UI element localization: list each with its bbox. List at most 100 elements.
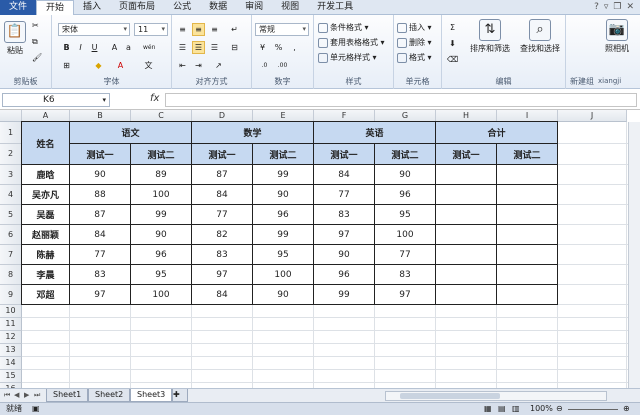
decrease-indent-icon[interactable]: ⇤ xyxy=(176,59,189,72)
orientation-icon[interactable]: ↗ xyxy=(212,59,225,72)
header-test[interactable]: 测试二 xyxy=(131,144,192,165)
score-cell[interactable]: 88 xyxy=(70,185,131,205)
header-test[interactable]: 测试一 xyxy=(314,144,375,165)
row-header[interactable]: 6 xyxy=(0,225,22,245)
row-header[interactable]: 7 xyxy=(0,245,22,265)
horizontal-scroll-thumb[interactable] xyxy=(400,393,500,399)
score-cell[interactable]: 90 xyxy=(253,185,314,205)
column-header[interactable]: I xyxy=(497,110,558,122)
camera-button[interactable]: 📷 照相机 xyxy=(598,19,636,54)
delete-cells-button[interactable]: 删除 ▾ xyxy=(397,37,432,48)
row-header[interactable]: 3 xyxy=(0,165,22,185)
find-select-button[interactable]: ⌕ 查找和选择 xyxy=(516,19,564,54)
score-cell[interactable]: 90 xyxy=(131,225,192,245)
score-cell[interactable]: 84 xyxy=(192,285,253,305)
next-sheet-icon[interactable]: ▶ xyxy=(24,391,29,399)
score-cell[interactable] xyxy=(497,245,558,265)
number-format-combo[interactable]: 常规 xyxy=(255,23,309,36)
score-cell[interactable]: 99 xyxy=(253,165,314,185)
zoom-out-icon[interactable]: ⊖ xyxy=(556,403,563,415)
conditional-format-button[interactable]: 条件格式 ▾ xyxy=(318,22,369,33)
tab-data[interactable]: 数据 xyxy=(200,0,236,15)
score-cell[interactable]: 84 xyxy=(70,225,131,245)
fill-color-icon[interactable]: ◆ xyxy=(92,59,105,72)
tab-home[interactable]: 开始 xyxy=(36,0,75,15)
row-header[interactable]: 5 xyxy=(0,205,22,225)
score-cell[interactable]: 100 xyxy=(253,265,314,285)
score-cell[interactable]: 97 xyxy=(314,225,375,245)
formula-input[interactable] xyxy=(165,93,637,107)
underline-button[interactable]: U xyxy=(88,41,101,54)
tab-review[interactable]: 审阅 xyxy=(236,0,272,15)
header-subject[interactable]: 数学 xyxy=(192,122,314,144)
copy-icon[interactable]: ⧉ xyxy=(32,37,38,47)
font-name-combo[interactable]: 宋体 xyxy=(58,23,130,36)
fill-icon[interactable]: ⬇ xyxy=(446,37,459,50)
prev-sheet-icon[interactable]: ◀ xyxy=(14,391,19,399)
score-cell[interactable]: 83 xyxy=(375,265,436,285)
view-page-layout-icon[interactable]: ▤ xyxy=(498,403,506,415)
help-icon[interactable]: ? xyxy=(594,2,599,12)
cut-icon[interactable]: ✂ xyxy=(32,21,39,30)
zoom-in-icon[interactable]: ⊕ xyxy=(623,403,630,415)
score-cell[interactable]: 77 xyxy=(314,185,375,205)
merge-center-icon[interactable]: ⊟ xyxy=(228,41,241,54)
sheet-tab-1[interactable]: Sheet1 xyxy=(46,389,89,402)
score-cell[interactable] xyxy=(436,245,497,265)
header-name[interactable]: 姓名 xyxy=(22,122,70,165)
wen-icon[interactable]: 文 xyxy=(142,59,155,72)
align-right-icon[interactable]: ☰ xyxy=(208,41,221,54)
score-cell[interactable]: 99 xyxy=(314,285,375,305)
score-cell[interactable]: 100 xyxy=(131,285,192,305)
autosum-icon[interactable]: Σ xyxy=(446,21,459,34)
column-header[interactable]: C xyxy=(131,110,192,122)
column-header[interactable]: E xyxy=(253,110,314,122)
shrink-font-icon[interactable]: a xyxy=(122,41,135,54)
score-cell[interactable] xyxy=(436,225,497,245)
close-icon[interactable]: ✕ xyxy=(626,2,634,12)
header-test[interactable]: 测试一 xyxy=(436,144,497,165)
column-header[interactable]: D xyxy=(192,110,253,122)
row-header[interactable]: 2 xyxy=(0,144,22,165)
new-sheet-icon[interactable]: ✚ xyxy=(172,389,188,402)
row-header[interactable]: 9 xyxy=(0,285,22,305)
score-cell[interactable] xyxy=(497,205,558,225)
bold-button[interactable]: B xyxy=(60,41,73,54)
score-cell[interactable]: 96 xyxy=(375,185,436,205)
score-cell[interactable]: 95 xyxy=(253,245,314,265)
grow-font-icon[interactable]: A xyxy=(108,41,121,54)
format-painter-icon[interactable]: 🖌 xyxy=(32,53,42,62)
score-cell[interactable]: 90 xyxy=(314,245,375,265)
format-as-table-button[interactable]: 套用表格格式 ▾ xyxy=(318,37,385,48)
paste-button[interactable]: 📋 粘贴 xyxy=(3,21,27,56)
borders-icon[interactable]: ⊞ xyxy=(60,59,73,72)
score-cell[interactable]: 90 xyxy=(375,165,436,185)
row-header[interactable]: 12 xyxy=(0,331,22,344)
student-name-cell[interactable]: 邓超 xyxy=(22,285,70,305)
score-cell[interactable]: 82 xyxy=(192,225,253,245)
italic-button[interactable]: I xyxy=(74,41,87,54)
zoom-slider[interactable] xyxy=(568,409,618,410)
column-header[interactable]: J xyxy=(558,110,627,122)
phonetic-button[interactable]: wén xyxy=(142,41,155,54)
row-header[interactable]: 11 xyxy=(0,318,22,331)
header-test[interactable]: 测试二 xyxy=(375,144,436,165)
vertical-scrollbar[interactable] xyxy=(628,122,640,388)
row-header[interactable]: 14 xyxy=(0,357,22,370)
score-cell[interactable] xyxy=(436,165,497,185)
file-tab[interactable]: 文件 xyxy=(0,0,37,15)
row-header[interactable]: 13 xyxy=(0,344,22,357)
score-cell[interactable]: 90 xyxy=(70,165,131,185)
score-cell[interactable]: 84 xyxy=(192,185,253,205)
score-cell[interactable]: 97 xyxy=(70,285,131,305)
header-subject[interactable]: 语文 xyxy=(70,122,192,144)
header-subject[interactable]: 合计 xyxy=(436,122,558,144)
tab-insert[interactable]: 插入 xyxy=(74,0,110,15)
student-name-cell[interactable]: 吴磊 xyxy=(22,205,70,225)
column-header[interactable]: F xyxy=(314,110,375,122)
horizontal-scrollbar[interactable] xyxy=(385,391,607,401)
restore-icon[interactable]: ❐ xyxy=(613,2,621,12)
decrease-decimal-icon[interactable]: .00 xyxy=(276,59,289,72)
currency-icon[interactable]: ¥ xyxy=(256,41,269,54)
score-cell[interactable]: 96 xyxy=(253,205,314,225)
